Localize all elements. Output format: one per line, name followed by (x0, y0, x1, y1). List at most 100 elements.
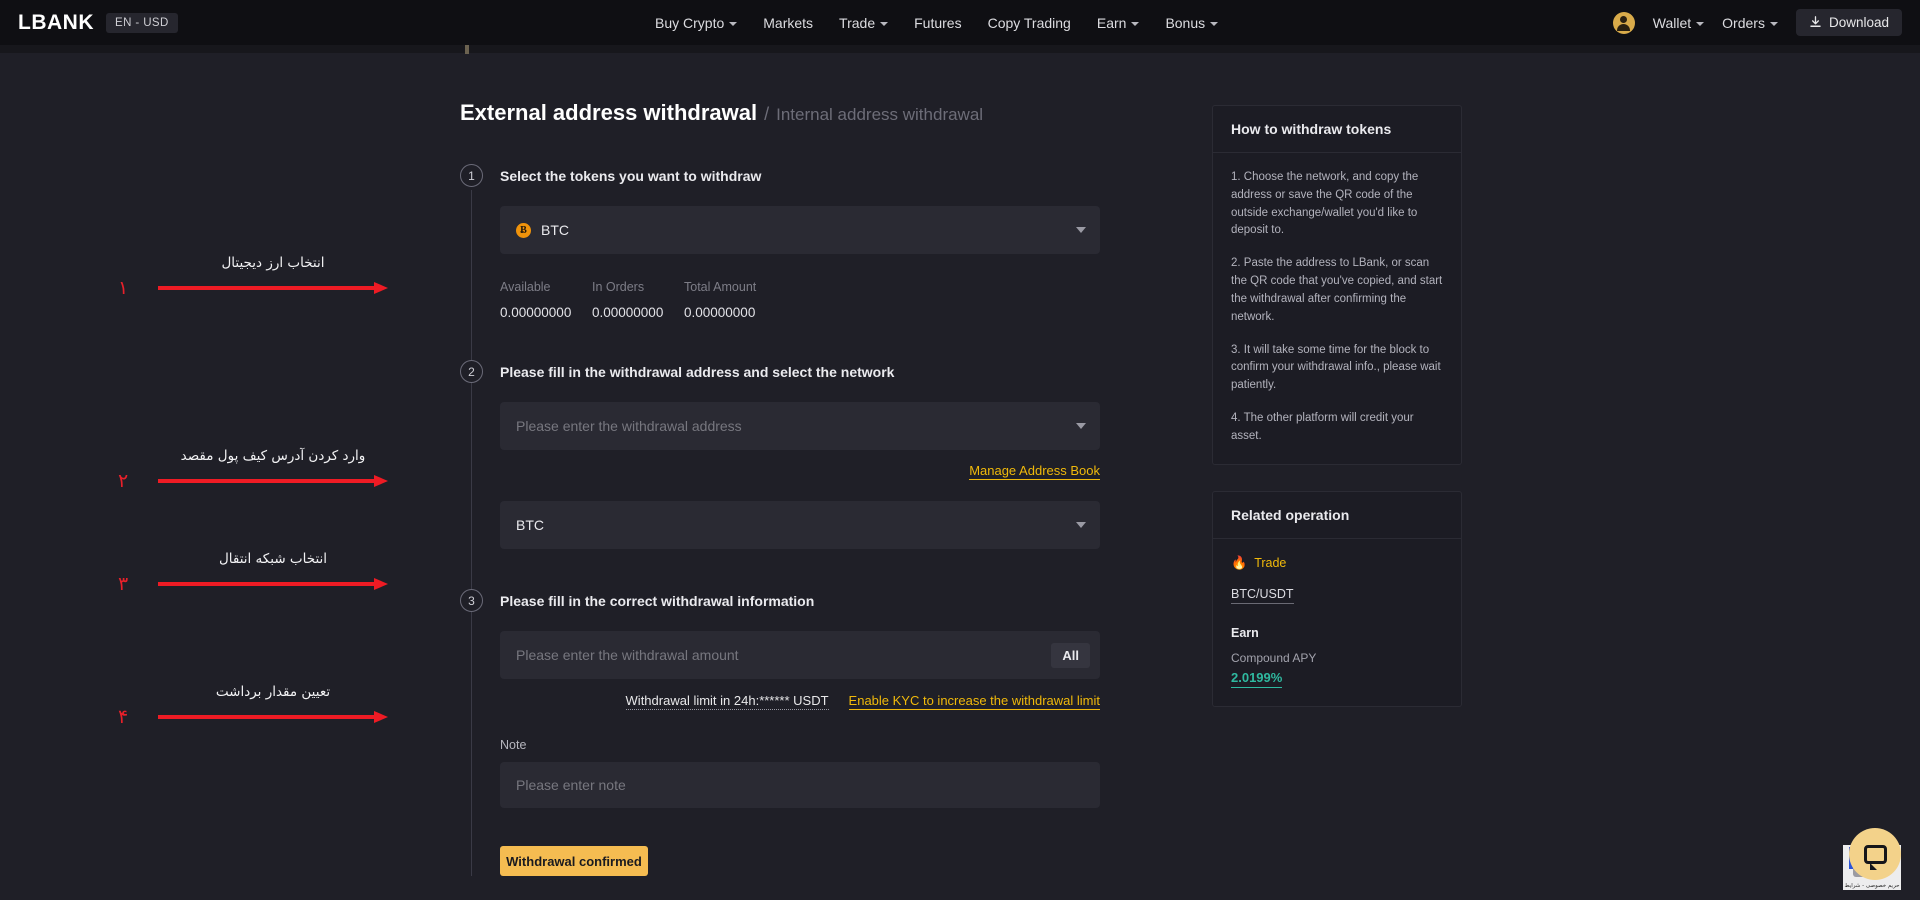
chevron-down-icon (1210, 21, 1219, 26)
btc-coin-icon: Ƀ (516, 222, 531, 238)
step-2-badge: 2 (460, 360, 483, 383)
nav-item-earn[interactable]: Earn (1097, 15, 1140, 31)
annotation-number: ۳ (118, 573, 129, 595)
arrow-head (374, 578, 388, 590)
arrow-shaft (158, 715, 376, 719)
balance-label: In Orders (592, 280, 645, 294)
steps-container: 1 Select the tokens you want to withdraw… (460, 164, 1120, 876)
balance-total-amount: Total Amount 0.00000000 (684, 280, 776, 320)
page-title: External address withdrawal (460, 100, 758, 125)
annotation-text: انتخاب شبکه انتقال (218, 551, 328, 567)
trading-pair-link[interactable]: BTC/USDT (1231, 587, 1294, 604)
arrow-head (374, 711, 388, 723)
earn-heading: Earn (1231, 625, 1259, 640)
flame-icon: 🔥 (1231, 554, 1248, 570)
nav-item-trade[interactable]: Trade (839, 14, 889, 31)
right-sidebar: How to withdraw tokens 1. Choose the net… (1212, 105, 1462, 707)
nav-label: Copy Trading (987, 14, 1071, 31)
nav-item-wallet[interactable]: Wallet (1652, 14, 1705, 31)
howto-step-3: 3. It will take some time for the block … (1231, 343, 1441, 392)
download-button[interactable]: Download (1795, 9, 1902, 36)
thumbnail-caption: حریم خصوصی - شرایط (1844, 883, 1900, 889)
note-placeholder: Please enter note (516, 777, 626, 793)
chevron-down-icon (1076, 522, 1086, 528)
top-navigation-bar: LBANK EN - USD Buy Crypto Markets Trade … (0, 0, 1920, 45)
arrow-shaft (158, 286, 376, 290)
wallet-label: Wallet (1652, 14, 1692, 31)
nav-item-markets[interactable]: Markets (763, 15, 813, 31)
withdrawal-form: External address withdrawal / Internal a… (460, 100, 1367, 876)
chat-bubble-shape (1863, 844, 1887, 870)
step-2-title: Please fill in the withdrawal address an… (500, 364, 895, 380)
language-currency-selector[interactable]: EN - USD (106, 12, 178, 33)
annotation-arrow (158, 711, 388, 723)
annotation-text: وارد کردن آدرس کیف پول مقصد (180, 448, 366, 464)
arrow-shaft (158, 582, 376, 586)
enable-kyc-link[interactable]: Enable KYC to increase the withdrawal li… (848, 693, 1100, 710)
lbank-logo[interactable]: LBANK (18, 11, 94, 35)
arrow-head (374, 282, 388, 294)
annotation-arrow (158, 578, 388, 590)
page-container: External address withdrawal / Internal a… (0, 45, 1920, 900)
note-input[interactable]: Please enter note (500, 762, 1100, 808)
withdrawal-amount-input[interactable]: Please enter the withdrawal amount All (500, 631, 1100, 679)
annotation-number: ۲ (118, 470, 129, 492)
chevron-down-icon (729, 21, 738, 26)
chat-bubble-icon[interactable] (1849, 828, 1901, 880)
arrow-shaft (158, 479, 376, 483)
related-operation-panel: Related operation 🔥 Trade BTC/USDT Earn … (1212, 490, 1462, 707)
step-1: 1 Select the tokens you want to withdraw… (460, 164, 1120, 320)
withdrawal-limit-row: Withdrawal limit in 24h:****** USDT Enab… (500, 693, 1100, 710)
chevron-down-icon (880, 21, 889, 26)
balance-value: 0.00000000 (500, 305, 572, 320)
nav-item-bonus[interactable]: Bonus (1165, 14, 1219, 31)
tab-internal-address-withdrawal[interactable]: Internal address withdrawal (776, 105, 983, 125)
main-nav: Buy Crypto Markets Trade Futures Copy Tr… (655, 14, 1219, 31)
user-avatar-icon[interactable] (1612, 11, 1635, 34)
annotation-arrow (158, 475, 388, 487)
note-label: Note (500, 738, 527, 752)
compound-apy-value[interactable]: 2.0199% (1231, 670, 1283, 688)
how-to-withdraw-body: 1. Choose the network, and copy the addr… (1213, 153, 1461, 464)
annotation-number: ۱ (118, 277, 129, 299)
token-select[interactable]: Ƀ BTC (500, 206, 1100, 254)
step-2: 2 Please fill in the withdrawal address … (460, 360, 1120, 549)
balance-label: Available (500, 280, 551, 294)
withdrawal-limit-text: Withdrawal limit in 24h:****** USDT (625, 693, 829, 710)
step-3-badge: 3 (460, 589, 483, 612)
chevron-down-icon (1076, 227, 1086, 233)
balance-value: 0.00000000 (592, 305, 664, 320)
download-label: Download (1828, 15, 1889, 30)
withdrawal-confirm-button[interactable]: Withdrawal confirmed (500, 846, 648, 876)
nav-label: Bonus (1165, 14, 1206, 31)
annotation-arrow (158, 282, 388, 294)
balance-value: 0.00000000 (684, 305, 756, 320)
annotation-number: ۴ (118, 706, 129, 728)
address-book-row: Manage Address Book (500, 463, 1100, 480)
manage-address-book-link[interactable]: Manage Address Book (969, 463, 1100, 480)
nav-label: Earn (1096, 14, 1127, 31)
network-select[interactable]: BTC (500, 501, 1100, 549)
nav-item-futures[interactable]: Futures (914, 15, 961, 31)
chevron-down-icon (1696, 21, 1705, 26)
howto-step-2: 2. Paste the address to LBank, or scan t… (1231, 257, 1443, 323)
balance-label: Total Amount (684, 280, 757, 294)
nav-item-orders[interactable]: Orders (1722, 15, 1778, 31)
amount-all-button[interactable]: All (1051, 642, 1090, 668)
compound-apy-label: Compound APY (1231, 650, 1317, 665)
nav-item-copy-trading[interactable]: Copy Trading (988, 15, 1071, 31)
withdrawal-address-input[interactable]: Please enter the withdrawal address (500, 402, 1100, 450)
nav-label: Trade (839, 14, 876, 31)
nav-label: Markets (763, 14, 814, 31)
howto-step-1: 1. Choose the network, and copy the addr… (1231, 171, 1419, 237)
title-separator: / (764, 104, 770, 124)
withdrawal-address-placeholder: Please enter the withdrawal address (516, 418, 742, 434)
arrow-head (374, 475, 388, 487)
trade-row: 🔥 Trade (1231, 555, 1443, 571)
nav-item-buy-crypto[interactable]: Buy Crypto (655, 15, 738, 31)
header-right-group: Wallet Orders Download (1612, 9, 1902, 36)
balance-available: Available 0.00000000 (500, 280, 592, 320)
step-1-badge: 1 (460, 164, 483, 187)
step-1-title: Select the tokens you want to withdraw (500, 168, 762, 184)
withdrawal-amount-placeholder: Please enter the withdrawal amount (516, 647, 739, 663)
